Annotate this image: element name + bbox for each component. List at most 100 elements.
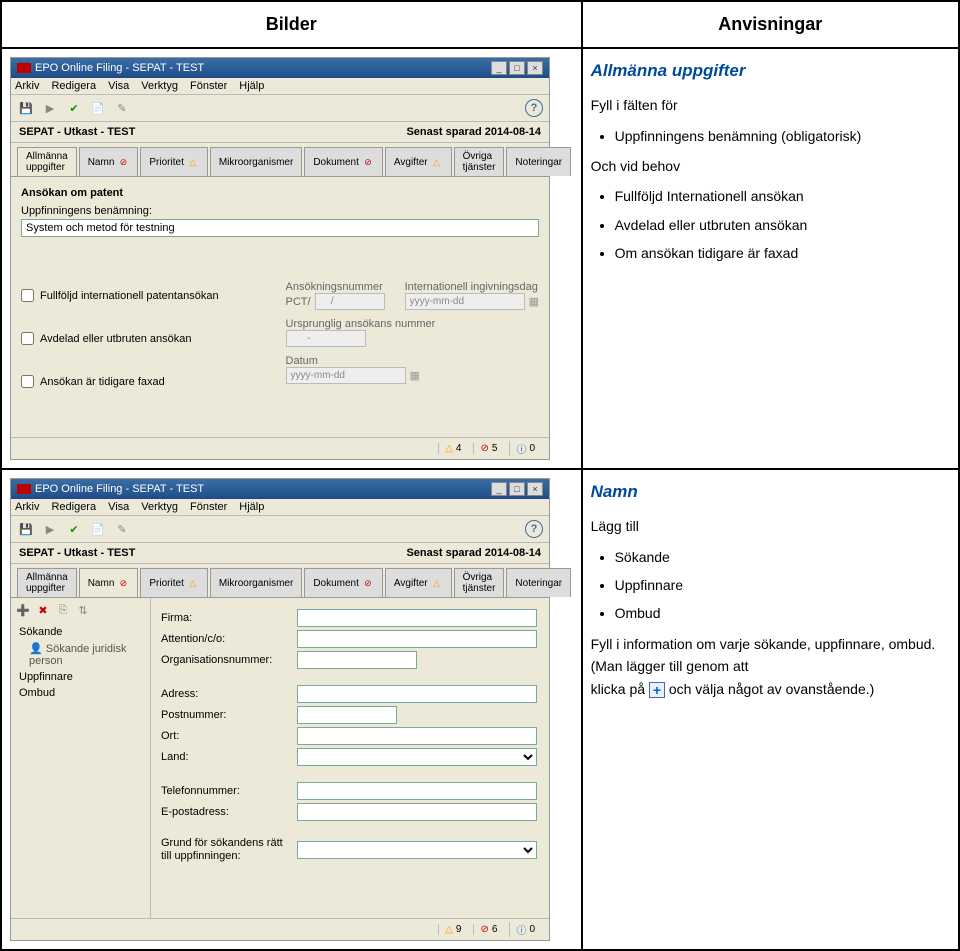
menu-redigera[interactable]: Redigera xyxy=(51,501,96,513)
tabs: Allmänna uppgifter Namn⊘ Prioritet△ Mikr… xyxy=(11,143,549,177)
status-line: SEPAT - Utkast - TEST Senast sparad 2014… xyxy=(11,543,549,564)
chk-faxad[interactable] xyxy=(21,375,34,388)
menubar: Arkiv Redigera Visa Verktyg Fönster Hjäl… xyxy=(11,78,549,95)
instr1-b2: Fullföljd Internationell ansökan xyxy=(615,185,950,207)
instr1-lead: Fyll i fälten för xyxy=(591,94,950,116)
tab-avgifter[interactable]: Avgifter△ xyxy=(385,568,452,597)
postnr-label: Postnummer: xyxy=(161,709,291,721)
tab-mikro[interactable]: Mikroorganismer xyxy=(210,147,302,176)
minimize-icon[interactable]: _ xyxy=(491,482,507,496)
epo-logo-icon xyxy=(17,484,31,494)
check-icon[interactable]: ✔ xyxy=(65,520,83,538)
help-icon[interactable]: ? xyxy=(525,99,543,117)
epost-label: E-postadress: xyxy=(161,806,291,818)
add-icon[interactable]: ➕ xyxy=(15,602,31,618)
menu-arkiv[interactable]: Arkiv xyxy=(15,501,39,513)
benamn-input[interactable] xyxy=(21,219,539,237)
tree-sokande-sub[interactable]: 👤 Sökande juridisk person xyxy=(15,640,146,669)
tab-prioritet[interactable]: Prioritet△ xyxy=(140,147,207,176)
close-icon[interactable]: × xyxy=(527,61,543,75)
tab-dokument[interactable]: Dokument⊘ xyxy=(304,568,383,597)
menu-fonster[interactable]: Fönster xyxy=(190,501,227,513)
maximize-icon[interactable]: □ xyxy=(509,61,525,75)
ursprunglig-label: Ursprunglig ansökans nummer xyxy=(286,318,539,330)
orgnr-input[interactable] xyxy=(297,651,417,669)
tree-sokande[interactable]: Sökande xyxy=(15,624,146,640)
telefon-input[interactable] xyxy=(297,782,537,800)
tabs: Allmänna uppgifter Namn⊘ Prioritet△ Mikr… xyxy=(11,564,549,598)
tab-allmanna[interactable]: Allmänna uppgifter xyxy=(17,147,77,176)
tab-noteringar[interactable]: Noteringar xyxy=(506,147,571,176)
move-icon[interactable]: ⇅ xyxy=(75,602,91,618)
tab-mikro[interactable]: Mikroorganismer xyxy=(210,568,302,597)
error-icon: ⊘ xyxy=(117,156,129,168)
instr2-p2: (Man lägger till genom att klicka på + o… xyxy=(591,655,950,700)
postnr-input[interactable] xyxy=(297,706,397,724)
instr2-b1: Sökande xyxy=(615,546,950,568)
grund-select[interactable] xyxy=(297,841,537,859)
chk-avdelad[interactable] xyxy=(21,332,34,345)
check-icon[interactable]: ✔ xyxy=(65,99,83,117)
epost-input[interactable] xyxy=(297,803,537,821)
maximize-icon[interactable]: □ xyxy=(509,482,525,496)
toolbar: 💾 ▶ ✔ 📄 ✎ ? xyxy=(11,95,549,122)
adress-input[interactable] xyxy=(297,685,537,703)
chk-fullfoljd[interactable] xyxy=(21,289,34,302)
save-icon[interactable]: 💾 xyxy=(17,99,35,117)
tree-uppfinnare[interactable]: Uppfinnare xyxy=(15,669,146,685)
sign-icon[interactable]: ✎ xyxy=(113,520,131,538)
instr1-title: Allmänna uppgifter xyxy=(591,57,950,84)
delete-icon[interactable]: ✖ xyxy=(35,602,51,618)
tab-noteringar[interactable]: Noteringar xyxy=(506,568,571,597)
last-saved: Senast sparad 2014-08-14 xyxy=(406,126,541,138)
copy-icon[interactable]: ⎘ xyxy=(55,602,71,618)
menu-verktyg[interactable]: Verktyg xyxy=(141,501,178,513)
menu-hjalp[interactable]: Hjälp xyxy=(239,80,264,92)
menu-visa[interactable]: Visa xyxy=(108,501,129,513)
ort-input[interactable] xyxy=(297,727,537,745)
doc-icon[interactable]: 📄 xyxy=(89,520,107,538)
doc-icon[interactable]: 📄 xyxy=(89,99,107,117)
tab-ovriga[interactable]: Övriga tjänster xyxy=(454,568,505,597)
error-icon: ⊘ xyxy=(480,443,488,454)
tab-prioritet[interactable]: Prioritet△ xyxy=(140,568,207,597)
app-window-1: EPO Online Filing - SEPAT - TEST _ □ × A… xyxy=(10,57,550,460)
menu-arkiv[interactable]: Arkiv xyxy=(15,80,39,92)
tab-dokument[interactable]: Dokument⊘ xyxy=(304,147,383,176)
sign-icon[interactable]: ✎ xyxy=(113,99,131,117)
draft-label: SEPAT - Utkast - TEST xyxy=(19,547,135,559)
attention-input[interactable] xyxy=(297,630,537,648)
tab-namn[interactable]: Namn⊘ xyxy=(79,147,139,176)
ansokningsnummer-label: Ansökningsnummer xyxy=(286,281,385,293)
warn-count: 4 xyxy=(456,443,462,454)
firma-label: Firma: xyxy=(161,612,291,624)
form-content: Ansökan om patent Uppfinningens benämnin… xyxy=(11,177,549,437)
menu-hjalp[interactable]: Hjälp xyxy=(239,501,264,513)
datum-label: Datum xyxy=(286,355,539,367)
menu-verktyg[interactable]: Verktyg xyxy=(141,80,178,92)
plus-icon: + xyxy=(649,682,665,698)
menu-visa[interactable]: Visa xyxy=(108,80,129,92)
warn-icon: △ xyxy=(187,156,199,168)
menu-fonster[interactable]: Fönster xyxy=(190,80,227,92)
tab-namn[interactable]: Namn⊘ xyxy=(79,568,139,597)
save-icon[interactable]: 💾 xyxy=(17,520,35,538)
minimize-icon[interactable]: _ xyxy=(491,61,507,75)
window-title: EPO Online Filing - SEPAT - TEST xyxy=(35,483,204,495)
form-content: ➕ ✖ ⎘ ⇅ Sökande 👤 Sökande juridisk perso… xyxy=(11,598,549,918)
tree-ombud[interactable]: Ombud xyxy=(15,685,146,701)
tab-allmanna[interactable]: Allmänna uppgifter xyxy=(17,568,77,597)
menu-redigera[interactable]: Redigera xyxy=(51,80,96,92)
help-icon[interactable]: ? xyxy=(525,520,543,538)
close-icon[interactable]: × xyxy=(527,482,543,496)
land-select[interactable] xyxy=(297,748,537,766)
chk-fullfoljd-label: Fullföljd internationell patentansökan xyxy=(40,290,219,302)
play-icon[interactable]: ▶ xyxy=(41,99,59,117)
tab-avgifter[interactable]: Avgifter△ xyxy=(385,147,452,176)
play-icon[interactable]: ▶ xyxy=(41,520,59,538)
statusbar: △4 ⊘5 ⓘ0 xyxy=(11,437,549,459)
firma-input[interactable] xyxy=(297,609,537,627)
last-saved: Senast sparad 2014-08-14 xyxy=(406,547,541,559)
land-label: Land: xyxy=(161,751,291,763)
tab-ovriga[interactable]: Övriga tjänster xyxy=(454,147,505,176)
